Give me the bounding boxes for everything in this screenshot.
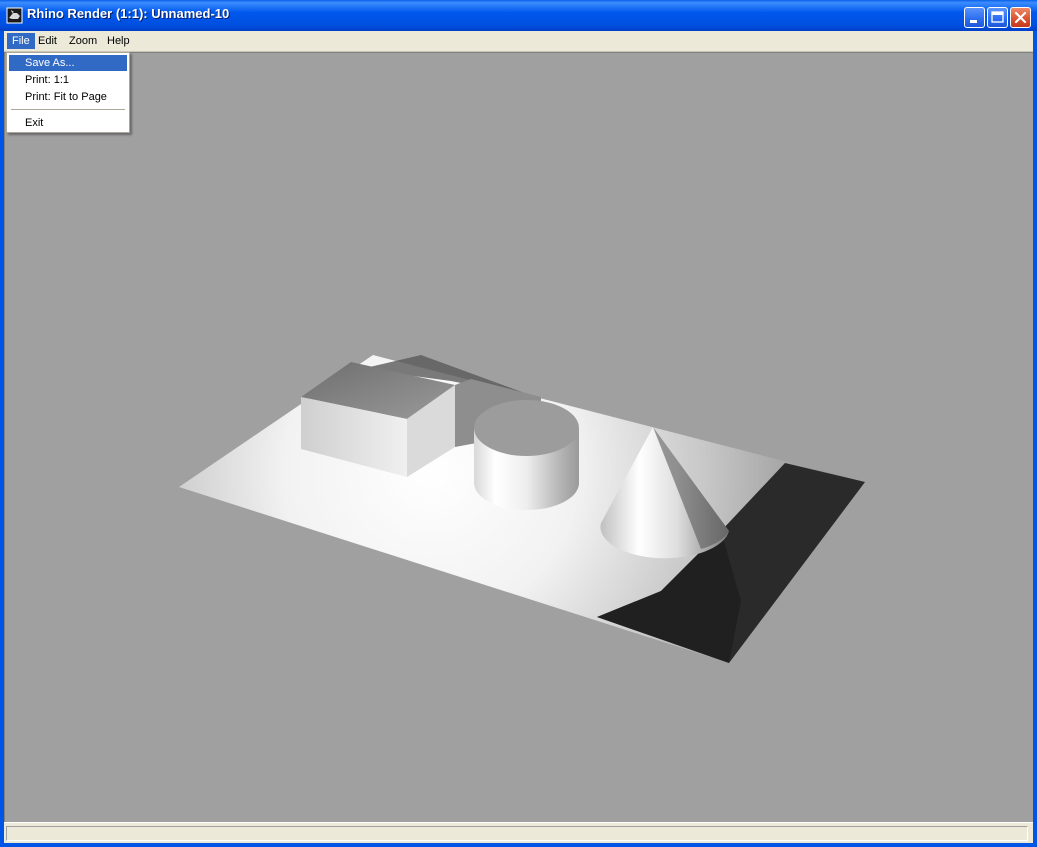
rhino-app-icon [6,7,23,24]
menu-save-as[interactable]: Save As... [9,55,127,71]
minimize-icon [970,20,977,23]
menu-separator [11,109,125,110]
status-bar [4,822,1033,843]
rendered-scene [179,355,865,663]
maximize-icon [991,11,1004,23]
status-pane [6,826,1028,841]
render-viewport[interactable] [4,52,1033,822]
title-bar[interactable]: Rhino Render (1:1): Unnamed-10 [0,0,1037,31]
close-icon [1014,11,1027,24]
window-title: Rhino Render (1:1): Unnamed-10 [27,6,230,21]
cylinder-top [474,400,579,456]
minimize-button[interactable] [964,7,985,28]
menu-edit[interactable]: Edit [33,33,62,49]
rhino-render-window: Rhino Render (1:1): Unnamed-10 File Edit… [0,0,1037,847]
maximize-button[interactable] [987,7,1008,28]
menu-zoom[interactable]: Zoom [64,33,102,49]
menu-bar: File Edit Zoom Help [4,31,1033,52]
menu-print-fit-to-page[interactable]: Print: Fit to Page [9,89,127,105]
menu-print-1-1[interactable]: Print: 1:1 [9,72,127,88]
menu-help[interactable]: Help [102,33,135,49]
file-menu-dropdown: Save As... Print: 1:1 Print: Fit to Page… [6,52,130,133]
close-button[interactable] [1010,7,1031,28]
menu-exit[interactable]: Exit [9,115,127,131]
menu-file[interactable]: File [7,33,35,49]
